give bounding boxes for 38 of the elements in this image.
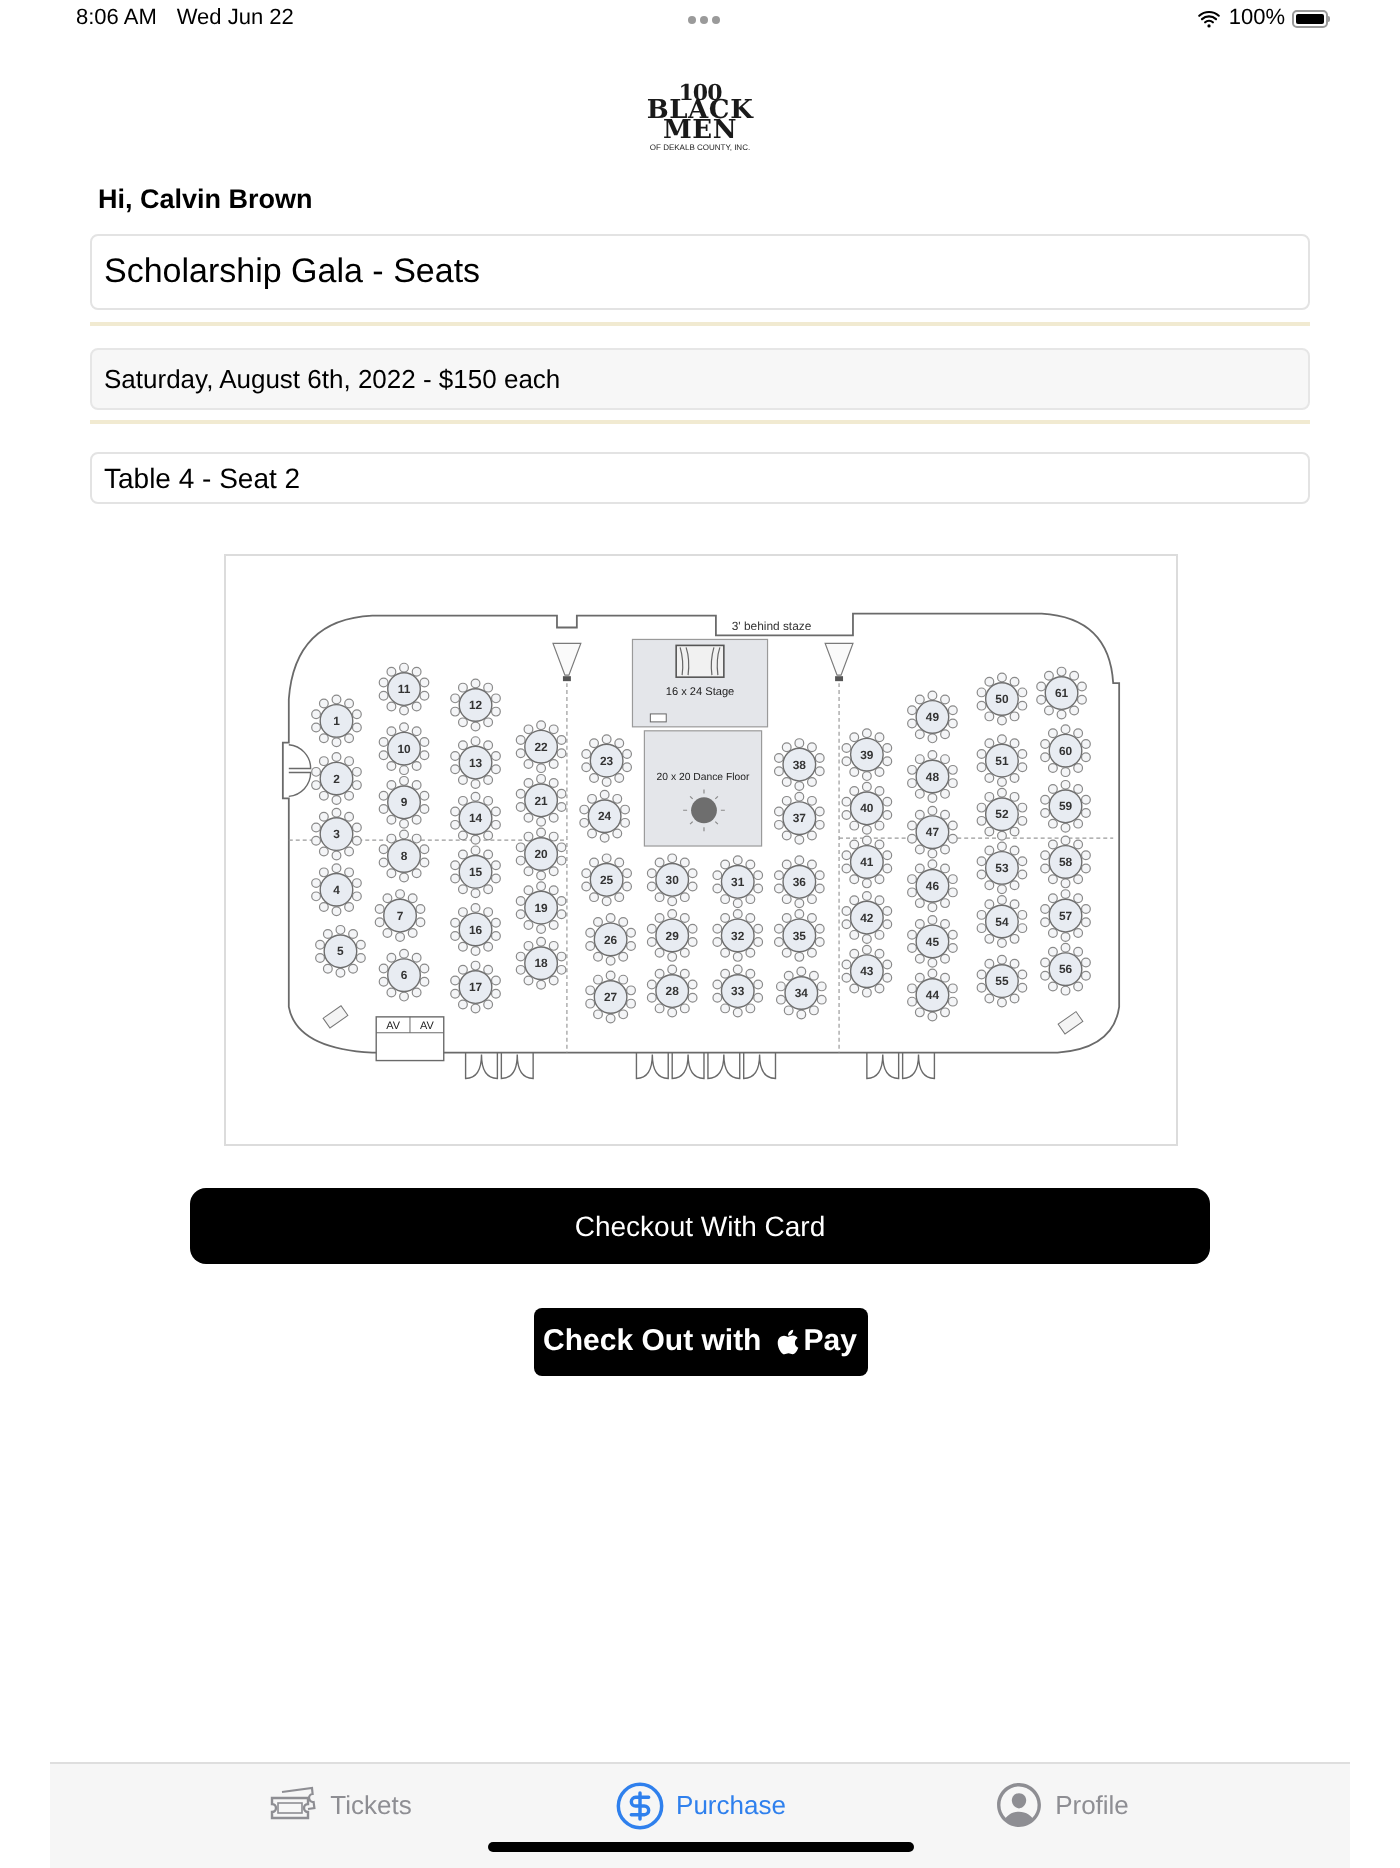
- status-date: Wed Jun 22: [176, 4, 294, 35]
- apple-logo-icon: [773, 1328, 802, 1356]
- event-title: Scholarship Gala - Seats: [90, 234, 1310, 310]
- door-swing-icon: [670, 1051, 704, 1080]
- door-swing-icon: [865, 1051, 899, 1080]
- status-time: 8:06 AM: [76, 4, 157, 35]
- logo-word: BLACK: [646, 102, 754, 122]
- profile-icon: [991, 1778, 1046, 1832]
- sun-icon: [681, 788, 725, 832]
- greeting: Hi, Calvin Brown: [98, 182, 313, 219]
- battery-icon: [1291, 10, 1330, 28]
- door-swing-icon: [499, 1051, 533, 1080]
- door-swing-icon: [287, 744, 311, 798]
- battery-percent: 100%: [1228, 4, 1285, 35]
- seat-field[interactable]: Table 4 - Seat 2: [90, 452, 1310, 504]
- apple-pay-button[interactable]: Check Out with Pay: [533, 1308, 867, 1376]
- dollar-icon: [614, 1779, 667, 1831]
- wifi-icon: [1196, 6, 1223, 32]
- small-box-icon: [648, 713, 666, 723]
- door-swing-icon: [900, 1051, 935, 1080]
- triangle-icon: [551, 642, 581, 682]
- door-swing-icon: [634, 1051, 668, 1080]
- small-table-icon: [1056, 1011, 1083, 1035]
- door-swing-icon: [706, 1051, 740, 1080]
- small-table-icon: [321, 1005, 348, 1029]
- event-date: Saturday, August 6th, 2022 - $150 each: [90, 348, 1310, 410]
- av-booth: [374, 1016, 444, 1062]
- curtain-icon: [674, 644, 724, 678]
- dance-floor: [642, 730, 762, 847]
- door-swing-icon: [742, 1051, 776, 1080]
- checkout-card-button[interactable]: Checkout With Card: [190, 1188, 1210, 1264]
- logo-word: MEN: [662, 122, 738, 142]
- logo-number: 100: [678, 84, 722, 102]
- door-swing-icon: [463, 1051, 498, 1080]
- ticket-icon: [268, 1785, 321, 1825]
- multitasking-dots-icon[interactable]: [687, 15, 719, 23]
- triangle-icon: [823, 642, 853, 682]
- tab-item[interactable]: Purchase: [580, 1778, 820, 1832]
